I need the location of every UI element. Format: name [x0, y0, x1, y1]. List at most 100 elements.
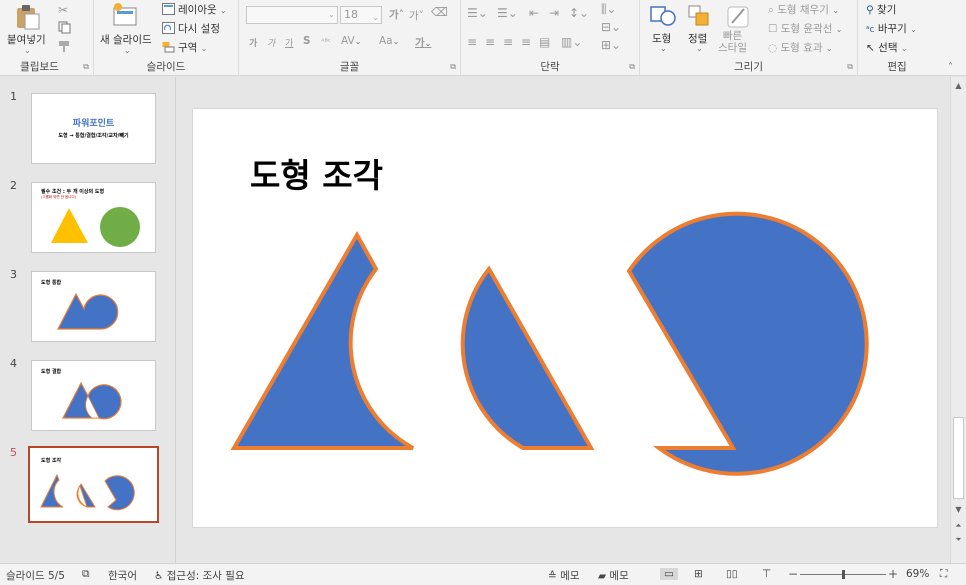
triangle-fragment-shape[interactable]	[230, 230, 414, 450]
text-direction-icon[interactable]: ⫼⌄	[601, 2, 617, 17]
slideshow-icon[interactable]: ⊤	[762, 568, 771, 580]
align-text-icon[interactable]: ⊟⌄	[601, 20, 621, 34]
zoom-in-icon[interactable]: +	[888, 567, 898, 581]
layout-button[interactable]: 레이아웃 ⌄	[178, 2, 227, 17]
increase-indent-icon[interactable]: ⇥	[549, 6, 559, 20]
change-case-button[interactable]: Aa⌄	[379, 35, 399, 47]
select-button[interactable]: ↖ 선택 ⌄	[866, 40, 908, 55]
reset-button[interactable]: 다시 설정	[178, 21, 220, 36]
find-button[interactable]: ⚲ 찾기	[866, 2, 896, 17]
spacing-label: AV	[341, 35, 355, 47]
comments-icon: ▰	[598, 570, 607, 582]
yellow-triangle	[51, 208, 88, 243]
align-left-icon[interactable]: ≡	[467, 35, 477, 49]
slide-indicator[interactable]: 슬라이드 5/5	[6, 568, 65, 583]
paragraph-launcher-icon[interactable]: ⧉	[629, 62, 635, 72]
new-slide-button[interactable]: 새 슬라이드	[100, 32, 152, 47]
language-indicator[interactable]: 한국어	[108, 568, 137, 583]
underline-button[interactable]: 가	[285, 36, 293, 49]
justify-icon[interactable]: ≡	[521, 35, 531, 49]
circle-fragment-shape[interactable]	[626, 211, 869, 476]
quick-styles-icon[interactable]	[726, 3, 752, 32]
smartart-icon[interactable]: ⊞⌄	[601, 38, 621, 52]
slide-sorter-icon[interactable]: ⊞	[694, 568, 703, 580]
slide-canvas[interactable]: 도형 조각	[192, 108, 938, 528]
slides-group-label: 슬라이드	[146, 61, 186, 73]
strikethrough-button[interactable]: S	[303, 35, 311, 47]
thumbnail-number: 2	[10, 179, 17, 192]
lens-fragment-shape[interactable]	[460, 265, 595, 450]
replace-button[interactable]: ᵃc 바꾸기 ⌄	[866, 21, 917, 36]
slide-thumbnail-3[interactable]: 도형 통합	[31, 271, 156, 342]
previous-slide-icon[interactable]: ⏶	[951, 519, 966, 533]
comments-button[interactable]: ▰ 메모	[598, 568, 629, 583]
shapes-icon[interactable]	[649, 3, 677, 32]
font-launcher-icon[interactable]: ⧉	[450, 62, 456, 72]
quick-styles-button[interactable]: 빠른 스타일	[718, 30, 747, 54]
clear-format-icon[interactable]: ⌫	[431, 5, 448, 19]
reset-icon[interactable]	[162, 22, 175, 37]
distributed-icon[interactable]: ▤	[539, 35, 550, 49]
paste-button[interactable]: 붙여넣기	[7, 32, 46, 47]
align-right-icon[interactable]: ≡	[503, 35, 513, 49]
numbering-icon[interactable]: ☰⌄	[497, 6, 518, 20]
slide-thumbnail-5[interactable]: 도형 조각	[28, 446, 159, 523]
slide-thumbnail-2[interactable]: 필수 조건 : 두 개 이상의 도형 (그룹화 되면 안 됩니다)	[31, 182, 156, 253]
notes-label: 메모	[560, 570, 580, 582]
section-icon[interactable]	[162, 41, 175, 56]
shape-fill-label: 도형 채우기	[777, 4, 829, 16]
normal-view-icon[interactable]: ▭	[660, 568, 678, 580]
spacing-button[interactable]: AV⌄	[341, 35, 361, 47]
font-size-combo[interactable]: 18 ⌄	[340, 6, 382, 24]
italic-button[interactable]: 가	[267, 36, 275, 49]
collapse-ribbon-icon[interactable]: ˄	[948, 62, 953, 73]
paste-icon[interactable]	[14, 4, 40, 33]
paste-dropdown-caret[interactable]: ⌄	[24, 46, 31, 55]
shape-outline-button[interactable]: ☐ 도형 윤곽선 ⌄	[768, 21, 842, 36]
copy-icon[interactable]	[58, 21, 71, 37]
fit-to-window-icon[interactable]: ⛶	[940, 568, 947, 581]
bullets-icon[interactable]: ☰⌄	[467, 6, 488, 20]
drawing-launcher-icon[interactable]: ⧉	[847, 62, 853, 72]
slides-group: 새 슬라이드 ⌄ 레이아웃 ⌄ 다시 설정 구역 ⌄ 슬라이드	[94, 0, 239, 76]
shrink-font-button[interactable]: 가˅	[409, 8, 424, 23]
format-painter-icon[interactable]	[58, 40, 71, 56]
thumb-1-title: 파워포인트	[72, 119, 115, 129]
next-slide-icon[interactable]: ⏷	[951, 533, 966, 547]
layout-icon[interactable]	[162, 3, 175, 18]
columns-icon[interactable]: ▥⌄	[561, 35, 582, 49]
line-spacing-icon[interactable]: ↕⌄	[569, 6, 589, 20]
zoom-level[interactable]: 69%	[906, 568, 929, 580]
shadow-button[interactable]: ᴬᴮᶜ	[321, 37, 331, 46]
new-slide-icon[interactable]	[112, 3, 140, 32]
scroll-down-icon[interactable]: ▼	[951, 503, 966, 517]
editing-group: ⚲ 찾기 ᵃc 바꾸기 ⌄ ↖ 선택 ⌄ 편집	[858, 0, 936, 76]
slide-thumbnail-1[interactable]: 파워포인트 도형 → 통합/결합/조각/교차/빼기	[31, 93, 156, 164]
vertical-scrollbar[interactable]: ▲ ▼ ⏶ ⏷	[950, 77, 966, 563]
new-slide-caret[interactable]: ⌄	[124, 46, 131, 55]
accessibility-indicator[interactable]: ♿ 접근성: 조사 필요	[154, 568, 245, 583]
slide-thumbnail-4[interactable]: 도형 결합	[31, 360, 156, 431]
reading-view-icon[interactable]: ▯▯	[726, 568, 738, 580]
clipboard-group-label: 클립보드	[20, 61, 59, 73]
arrange-icon[interactable]	[686, 3, 712, 32]
scrollbar-thumb[interactable]	[953, 417, 964, 499]
grow-font-button[interactable]: 가˄	[389, 7, 404, 22]
zoom-out-icon[interactable]: −	[788, 567, 798, 581]
zoom-slider-knob[interactable]	[842, 570, 845, 579]
cut-icon[interactable]: ✂	[58, 3, 68, 17]
clipboard-launcher-icon[interactable]: ⧉	[83, 62, 89, 72]
decrease-indent-icon[interactable]: ⇤	[529, 6, 539, 20]
align-center-icon[interactable]: ≡	[485, 35, 495, 49]
notes-button[interactable]: ≙ 메모	[548, 568, 579, 583]
scroll-up-icon[interactable]: ▲	[951, 79, 966, 93]
bold-button[interactable]: 가	[249, 36, 257, 49]
shape-effects-button[interactable]: ◌ 도형 효과 ⌄	[768, 40, 833, 55]
section-button[interactable]: 구역 ⌄	[178, 40, 207, 55]
arrange-caret[interactable]: ⌄	[696, 44, 703, 53]
shape-fill-button[interactable]: ⌕ 도형 채우기 ⌄	[768, 2, 839, 17]
shapes-caret[interactable]: ⌄	[660, 44, 667, 53]
font-name-combo[interactable]: ⌄	[246, 6, 338, 24]
spellcheck-icon[interactable]: ⧉	[82, 568, 90, 581]
font-color-button[interactable]: 가⌄	[415, 35, 431, 50]
